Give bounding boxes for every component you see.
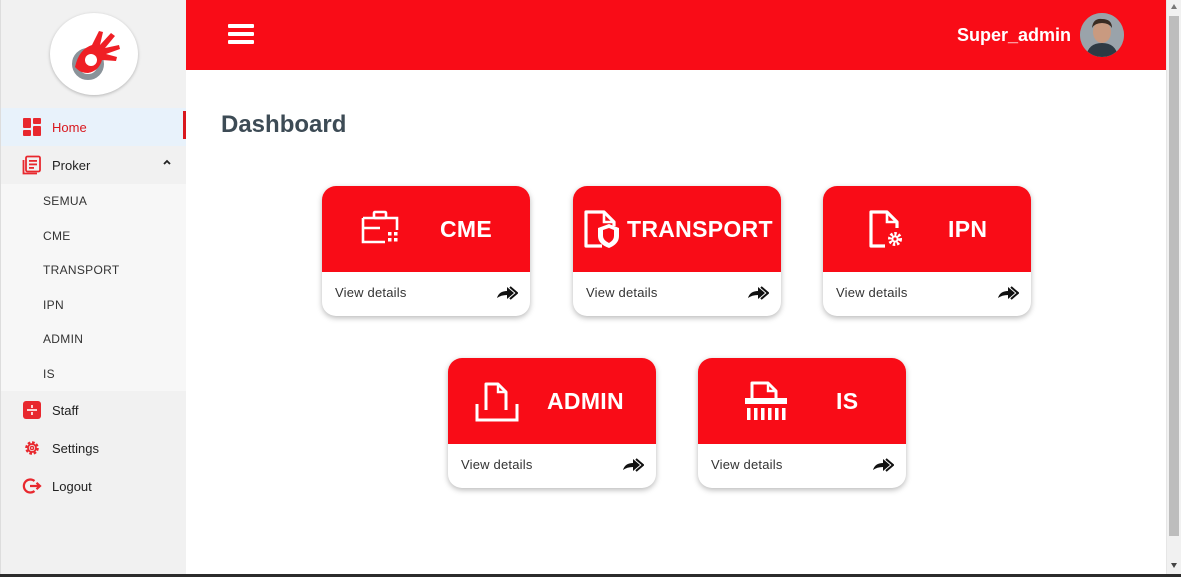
card-transport[interactable]: TRANSPORT View details [573, 186, 781, 316]
vertical-scrollbar[interactable] [1166, 0, 1181, 574]
sidebar-item-logout[interactable]: Logout [1, 467, 186, 505]
card-title: CME [440, 215, 493, 242]
logout-icon [21, 475, 43, 497]
view-details-link[interactable]: View details [461, 457, 533, 472]
logo-icon [71, 31, 120, 80]
staff-icon [21, 399, 43, 421]
scroll-down-arrow-icon[interactable] [1171, 563, 1177, 568]
card-header: CME [322, 186, 530, 272]
logo[interactable] [49, 13, 138, 95]
sidebar-item-label: Proker [52, 157, 91, 173]
sidebar: Home Proker SEMUA CME TRANSPORT IPN ADMI… [0, 0, 186, 574]
sidebar-item-label: Home [52, 119, 87, 135]
card-header: ADMIN [448, 358, 656, 444]
dashboard-icon [21, 116, 43, 138]
double-arrow-right-icon[interactable] [747, 286, 769, 300]
submenu-item-admin[interactable]: ADMIN [1, 322, 186, 357]
app-frame: Home Proker SEMUA CME TRANSPORT IPN ADMI… [0, 0, 1181, 574]
card-footer: View details [448, 444, 656, 488]
card-title: TRANSPORT [627, 215, 773, 242]
card-footer: View details [823, 272, 1031, 316]
card-footer: View details [322, 272, 530, 316]
submenu-item-ipn[interactable]: IPN [1, 288, 186, 323]
view-details-link[interactable]: View details [586, 285, 658, 300]
card-footer: View details [698, 444, 906, 488]
card-title: IPN [948, 215, 988, 242]
logo-area [1, 0, 186, 108]
shield-file-icon [584, 210, 619, 248]
user-name[interactable]: Super_admin [957, 25, 1071, 46]
card-is[interactable]: IS View details [698, 358, 906, 488]
card-cme[interactable]: CME View details [322, 186, 530, 316]
submenu-item-transport[interactable]: TRANSPORT [1, 253, 186, 288]
double-arrow-right-icon[interactable] [872, 458, 894, 472]
card-title: ADMIN [547, 387, 624, 414]
briefcase-icon [361, 210, 399, 244]
shredder-icon [745, 381, 787, 420]
card-title: IS [836, 387, 859, 414]
card-header: IPN [823, 186, 1031, 272]
file-gear-icon [869, 210, 902, 248]
sidebar-item-staff[interactable]: Staff [1, 391, 186, 429]
view-details-link[interactable]: View details [335, 285, 407, 300]
chevron-up-icon[interactable] [162, 158, 172, 166]
view-details-link[interactable]: View details [711, 457, 783, 472]
user-photo-icon [1080, 13, 1124, 57]
sidebar-item-label: Logout [52, 478, 92, 494]
card-admin[interactable]: ADMIN View details [448, 358, 656, 488]
proker-submenu: SEMUA CME TRANSPORT IPN ADMIN IS [1, 184, 186, 391]
sidebar-item-proker[interactable]: Proker [1, 146, 186, 184]
double-arrow-right-icon[interactable] [622, 458, 644, 472]
double-arrow-right-icon[interactable] [496, 286, 518, 300]
card-header: TRANSPORT [573, 186, 781, 272]
file-tray-icon [475, 382, 519, 422]
scroll-up-arrow-icon[interactable] [1171, 4, 1177, 9]
submenu-item-is[interactable]: IS [1, 357, 186, 392]
gear-icon [21, 437, 43, 459]
sidebar-item-settings[interactable]: Settings [1, 429, 186, 467]
avatar[interactable] [1080, 13, 1124, 57]
hamburger-menu-icon[interactable] [228, 24, 254, 46]
sidebar-item-home[interactable]: Home [1, 108, 186, 146]
card-ipn[interactable]: IPN View details [823, 186, 1031, 316]
sidebar-item-label: Staff [52, 402, 79, 418]
page-title: Dashboard [221, 111, 347, 138]
submenu-item-semua[interactable]: SEMUA [1, 184, 186, 219]
view-details-link[interactable]: View details [836, 285, 908, 300]
sidebar-item-label: Settings [52, 440, 99, 456]
submenu-item-cme[interactable]: CME [1, 219, 186, 254]
top-header: Super_admin [186, 0, 1166, 70]
card-footer: View details [573, 272, 781, 316]
card-header: IS [698, 358, 906, 444]
scroll-thumb[interactable] [1169, 16, 1179, 536]
double-arrow-right-icon[interactable] [997, 286, 1019, 300]
list-document-icon [21, 154, 43, 176]
